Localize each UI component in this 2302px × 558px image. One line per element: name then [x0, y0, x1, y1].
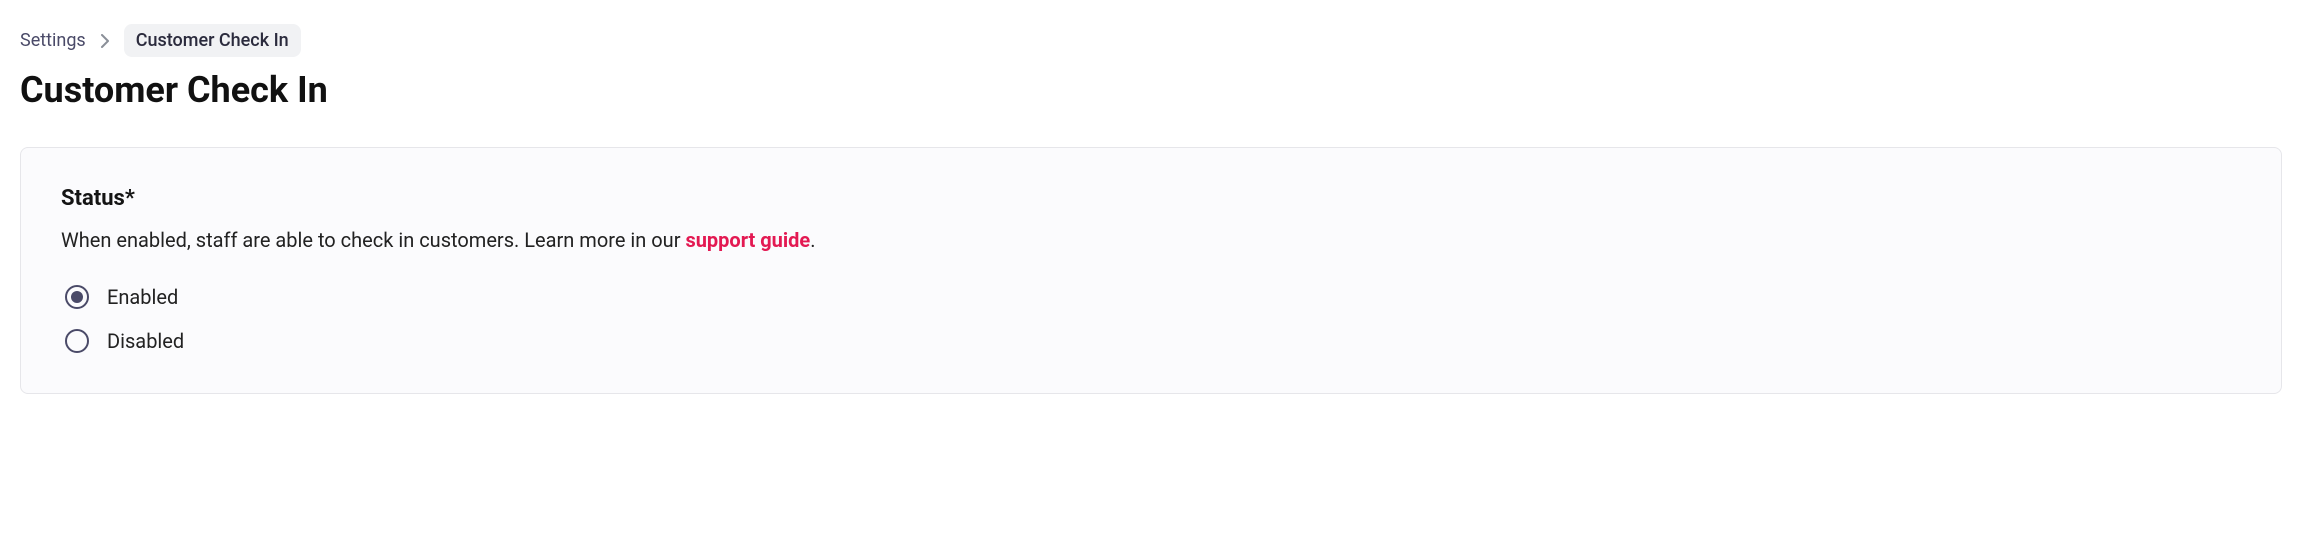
- status-radio-group: Enabled Disabled: [61, 285, 2241, 353]
- status-description-prefix: When enabled, staff are able to check in…: [61, 228, 685, 252]
- radio-label-enabled: Enabled: [107, 285, 178, 309]
- chevron-right-icon: [100, 34, 110, 48]
- radio-inner-icon: [71, 291, 83, 303]
- breadcrumb-current: Customer Check In: [124, 24, 301, 57]
- radio-option-disabled[interactable]: Disabled: [65, 329, 2241, 353]
- status-description-suffix: .: [810, 228, 815, 252]
- page-title: Customer Check In: [20, 69, 2282, 111]
- breadcrumb-link-settings[interactable]: Settings: [20, 30, 86, 51]
- breadcrumb: Settings Customer Check In: [20, 24, 2282, 57]
- radio-icon: [65, 329, 89, 353]
- radio-label-disabled: Disabled: [107, 329, 184, 353]
- settings-card: Status* When enabled, staff are able to …: [20, 147, 2282, 394]
- status-heading: Status*: [61, 186, 2241, 211]
- support-guide-link[interactable]: support guide: [685, 228, 810, 252]
- radio-icon: [65, 285, 89, 309]
- radio-option-enabled[interactable]: Enabled: [65, 285, 2241, 309]
- status-description: When enabled, staff are able to check in…: [61, 225, 2241, 255]
